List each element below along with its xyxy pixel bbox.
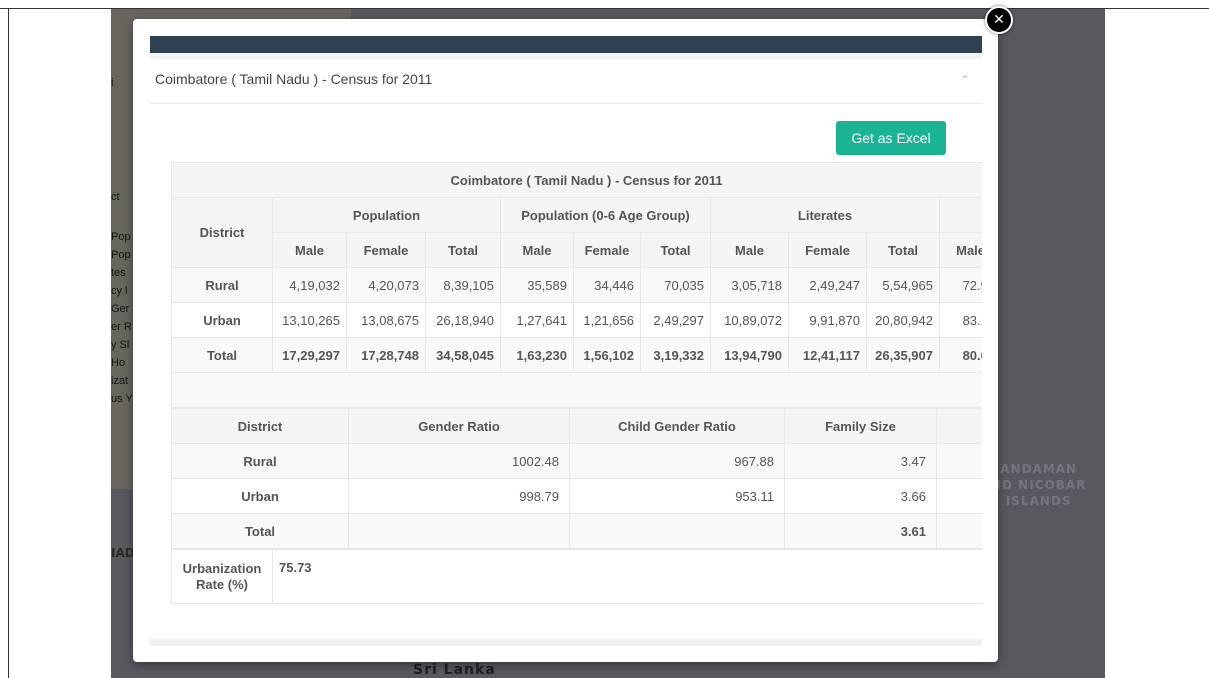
table-cell: 5,54,965 (866, 267, 940, 303)
table-cell: 72.96 (938, 267, 982, 303)
group-header-literates: Literates (710, 197, 940, 233)
table-cell: 10,89,072 (710, 302, 789, 338)
table-cell: 1,56,102 (573, 337, 641, 373)
table-cell: 26,18,940 (425, 302, 501, 338)
ratio-header-family-size: Family Size (784, 408, 937, 444)
ratio-header-child-gender-ratio: Child Gender Ratio (569, 408, 785, 444)
panel-divider (150, 103, 982, 104)
ratio-table: District Gender Ratio Child Gender Ratio… (171, 408, 982, 549)
urbanization-label: Urbanization Rate (%) (171, 549, 273, 604)
census-modal: Coimbatore ( Tamil Nadu ) - Census for 2… (133, 19, 998, 662)
ratio-row-urban: Urban 998.79 953.11 3.66 (171, 478, 982, 514)
urbanization-value: 75.73 (272, 549, 982, 604)
child-gender-ratio-cell (569, 513, 785, 549)
urbanization-row: Urbanization Rate (%) 75.73 (171, 549, 982, 604)
table-cell: 1,63,230 (500, 337, 574, 373)
family-size-cell: 3.47 (784, 443, 937, 479)
ratio-row-rural: Rural 1002.48 967.88 3.47 (171, 443, 982, 479)
table-cell: 26,35,907 (866, 337, 940, 373)
table-cell: 35,589 (500, 267, 574, 303)
table-cell: 8,39,105 (425, 267, 501, 303)
table-cell: 4,20,073 (346, 267, 426, 303)
census-table: Coimbatore ( Tamil Nadu ) - Census for 2… (171, 162, 982, 373)
subheader: Total (425, 232, 501, 268)
urbanization-table: Urbanization Rate (%) 75.73 (171, 549, 982, 604)
table-cell: 2,49,297 (640, 302, 711, 338)
table-cell (936, 478, 982, 514)
district-header: District (171, 197, 273, 268)
table-cell (936, 513, 982, 549)
modal-header-bar (150, 36, 982, 53)
table-cell: 13,94,790 (710, 337, 789, 373)
table-cell: 17,29,297 (272, 337, 347, 373)
table-cell: 3,19,332 (640, 337, 711, 373)
group-header-cutoff (938, 197, 982, 233)
row-label: Urban (171, 302, 273, 338)
close-icon[interactable]: ✕ (985, 6, 1013, 34)
table-cell (936, 443, 982, 479)
census-table-area[interactable]: Coimbatore ( Tamil Nadu ) - Census for 2… (171, 162, 982, 604)
table-row-total: Total 17,29,297 17,28,748 34,58,045 1,63… (171, 337, 982, 373)
table-cell: 83.12 (938, 302, 982, 338)
table-cell: 1,27,641 (500, 302, 574, 338)
row-label: Urban (171, 478, 349, 514)
gender-ratio-cell: 998.79 (348, 478, 570, 514)
table-cell: 9,91,870 (788, 302, 867, 338)
table-row-urban: Urban 13,10,265 13,08,675 26,18,940 1,27… (171, 302, 982, 338)
table-cell: 34,58,045 (425, 337, 501, 373)
group-header-population: Population (272, 197, 501, 233)
table-spacer-row (171, 373, 982, 408)
table-cell: 20,80,942 (866, 302, 940, 338)
subheader: Male (938, 232, 982, 268)
table-cell: 13,08,675 (346, 302, 426, 338)
subheader: Female (573, 232, 641, 268)
table-cell: 17,28,748 (346, 337, 426, 373)
subheader: Female (346, 232, 426, 268)
table-cell: 80.66 (938, 337, 982, 373)
subheader: Male (500, 232, 574, 268)
census-table-caption: Coimbatore ( Tamil Nadu ) - Census for 2… (171, 162, 982, 198)
table-cell: 1,21,656 (573, 302, 641, 338)
table-cell: 4,19,032 (272, 267, 347, 303)
panel-title: Coimbatore ( Tamil Nadu ) - Census for 2… (155, 71, 433, 87)
subheader: Total (640, 232, 711, 268)
chevron-up-icon[interactable]: ⌃ (960, 73, 974, 87)
get-as-excel-button[interactable]: Get as Excel (836, 121, 946, 155)
table-cell: 2,49,247 (788, 267, 867, 303)
table-cell: 12,41,117 (788, 337, 867, 373)
modal-body: Coimbatore ( Tamil Nadu ) - Census for 2… (150, 36, 982, 646)
table-row-rural: Rural 4,19,032 4,20,073 8,39,105 35,589 … (171, 267, 982, 303)
ratio-row-total: Total 3.61 (171, 513, 982, 549)
subheader: Female (788, 232, 867, 268)
table-cell: 70,035 (640, 267, 711, 303)
ratio-header-gender-ratio: Gender Ratio (348, 408, 570, 444)
ratio-header-district: District (171, 408, 349, 444)
child-gender-ratio-cell: 967.88 (569, 443, 785, 479)
table-cell: 13,10,265 (272, 302, 347, 338)
gender-ratio-cell: 1002.48 (348, 443, 570, 479)
row-label: Rural (171, 267, 273, 303)
child-gender-ratio-cell: 953.11 (569, 478, 785, 514)
page-left-border (8, 8, 9, 678)
table-cell: 34,446 (573, 267, 641, 303)
ratio-header-cutoff (936, 408, 982, 444)
subheader: Male (710, 232, 789, 268)
table-cell: 3,05,718 (710, 267, 789, 303)
subheader: Total (866, 232, 940, 268)
family-size-cell: 3.61 (784, 513, 937, 549)
family-size-cell: 3.66 (784, 478, 937, 514)
census-panel: Coimbatore ( Tamil Nadu ) - Census for 2… (150, 59, 982, 639)
row-label: Rural (171, 443, 349, 479)
row-label: Total (171, 337, 273, 373)
subheader: Male (272, 232, 347, 268)
row-label: Total (171, 513, 349, 549)
group-header-population-0-6: Population (0-6 Age Group) (500, 197, 711, 233)
gender-ratio-cell (348, 513, 570, 549)
